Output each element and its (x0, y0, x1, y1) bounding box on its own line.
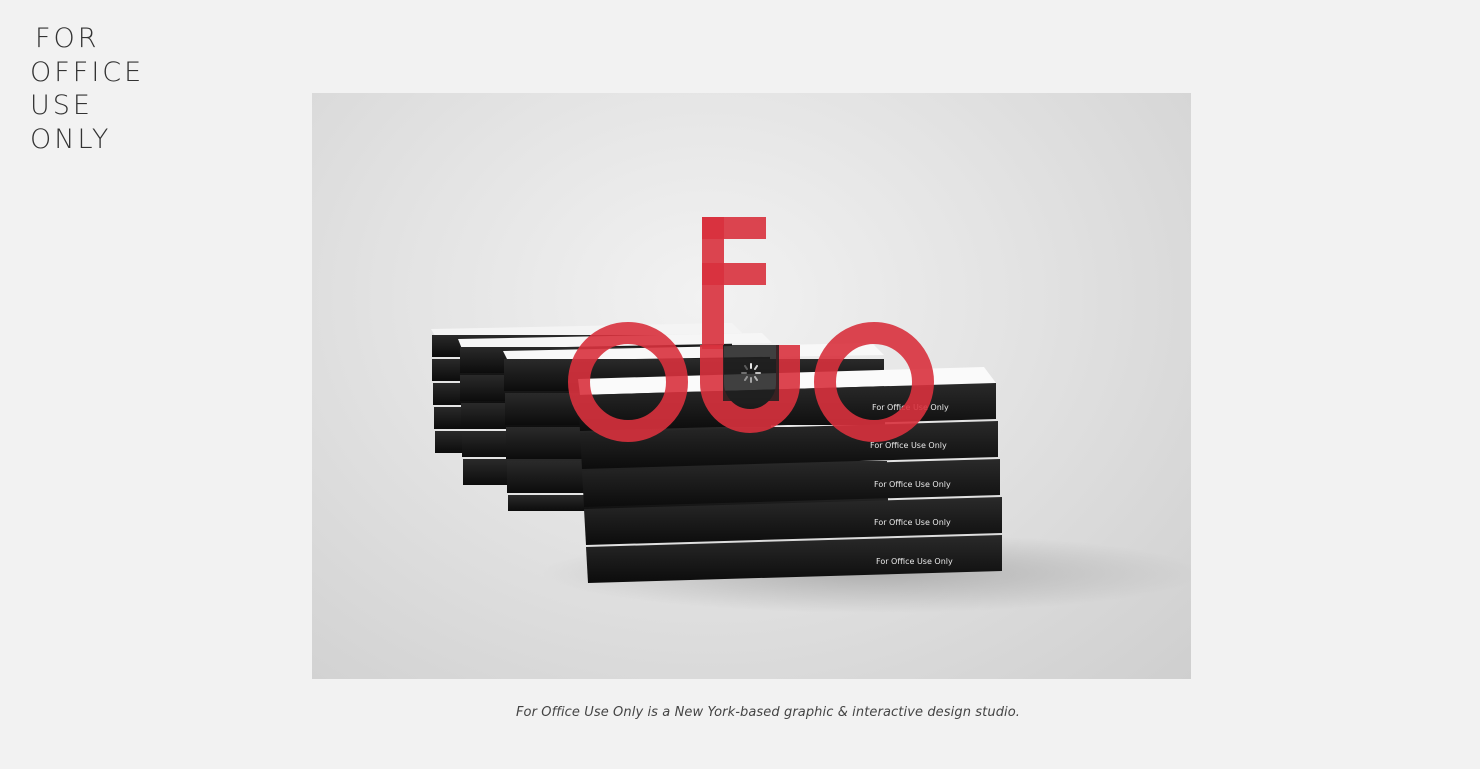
box-label: For Office Use Only (876, 557, 953, 566)
box-label: For Office Use Only (870, 441, 947, 450)
hero-image[interactable]: For Office Use Only For Office Use Only … (312, 93, 1191, 679)
loading-spinner-icon (723, 345, 779, 401)
site-logo-link[interactable]: FOR OFFICE USE ONLY (30, 22, 144, 156)
page: FOR OFFICE USE ONLY For Office Use Only … (0, 0, 1480, 769)
logo-line-for: FOR (35, 23, 100, 54)
box-label: For Office Use Only (874, 518, 951, 527)
logo-line-office: OFFICE (30, 56, 145, 88)
box-label: For Office Use Only (874, 480, 951, 489)
studio-tagline: For Office Use Only is a New York-based … (515, 705, 1021, 720)
logo-line-only: ONLY (30, 123, 112, 155)
logo-line-use: USE (30, 90, 93, 121)
